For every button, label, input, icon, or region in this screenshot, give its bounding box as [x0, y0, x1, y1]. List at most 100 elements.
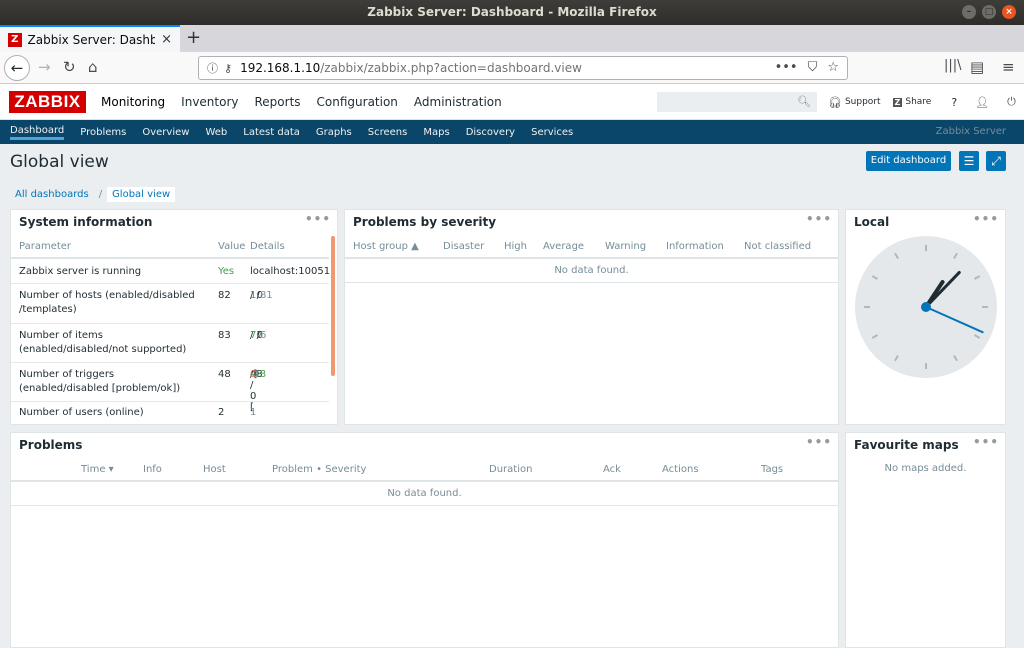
- details: 77 / 0 / 6: [250, 330, 267, 341]
- col-host-group[interactable]: Host group ▲: [353, 241, 419, 252]
- col-information: Information: [666, 241, 724, 252]
- submenu-maps[interactable]: Maps: [423, 127, 449, 138]
- favourite-maps-widget: Favourite maps ••• No maps added.: [845, 432, 1006, 648]
- support-label: Support: [844, 97, 881, 107]
- widget-menu-icon[interactable]: •••: [973, 207, 999, 231]
- widget-title: Favourite maps: [854, 438, 959, 452]
- submenu-dashboard[interactable]: Dashboard: [10, 125, 65, 140]
- menu-configuration[interactable]: Configuration: [317, 95, 398, 109]
- menu-monitoring[interactable]: Monitoring: [101, 95, 165, 109]
- col-warning: Warning: [605, 241, 647, 252]
- submenu-screens[interactable]: Screens: [368, 127, 408, 138]
- table-header: Parameter Value Details: [11, 234, 329, 259]
- hamburger-menu-icon[interactable]: ≡: [1002, 58, 1015, 76]
- widget-title: System information: [19, 215, 153, 229]
- col-info: Info: [143, 464, 162, 475]
- no-data-message: No data found.: [345, 259, 838, 283]
- widget-menu-icon[interactable]: •••: [305, 207, 331, 231]
- widget-menu-icon[interactable]: •••: [973, 430, 999, 454]
- support-link[interactable]: 🎧︎ Support: [828, 96, 881, 109]
- col-value: Value: [218, 241, 246, 252]
- server-name: Zabbix Server: [935, 126, 1006, 137]
- col-high: High: [504, 241, 527, 252]
- problems-widget: Problems ••• Time ▾ Info Host Problem • S…: [10, 432, 839, 648]
- pocket-icon[interactable]: ⛉: [808, 60, 818, 75]
- url-bar[interactable]: ⓘ ⚷ 192.168.1.10/zabbix/zabbix.php?actio…: [198, 56, 848, 80]
- tab-close-icon[interactable]: ×: [161, 32, 172, 47]
- breadcrumb-global-view[interactable]: Global view: [107, 186, 176, 202]
- share-link[interactable]: Z Share: [892, 97, 932, 107]
- menu-reports[interactable]: Reports: [255, 95, 301, 109]
- help-icon[interactable]: ?: [951, 96, 957, 109]
- no-maps-message: No maps added.: [884, 463, 967, 474]
- url-path: /zabbix/zabbix.php?action=dashboard.view: [320, 61, 582, 75]
- menu-inventory[interactable]: Inventory: [181, 95, 238, 109]
- local-clock-widget: Local •••: [845, 209, 1006, 425]
- bookmark-star-icon[interactable]: ☆: [827, 60, 839, 75]
- col-not-classified: Not classified: [744, 241, 812, 252]
- table-row: Number of triggers (enabled/disabled [pr…: [11, 363, 329, 413]
- submenu-discovery[interactable]: Discovery: [466, 127, 515, 138]
- system-information-widget: System information ••• Parameter Value De…: [10, 209, 338, 425]
- window-titlebar: Zabbix Server: Dashboard - Mozilla Firef…: [0, 0, 1024, 25]
- breadcrumb: All dashboards / Global view: [10, 185, 176, 203]
- widget-menu-icon[interactable]: •••: [806, 207, 832, 231]
- param: Number of users (online): [19, 407, 144, 418]
- reload-icon[interactable]: ↻: [63, 58, 76, 76]
- param: Zabbix server is running: [19, 266, 142, 277]
- col-actions: Actions: [662, 464, 699, 475]
- submenu-overview[interactable]: Overview: [142, 127, 189, 138]
- info-icon[interactable]: ⓘ: [207, 60, 218, 76]
- user-profile-icon[interactable]: 👤︎: [975, 96, 989, 109]
- submenu-services[interactable]: Services: [531, 127, 573, 138]
- sidebar-icon[interactable]: ▤: [970, 58, 984, 76]
- page-title: Global view: [10, 152, 109, 172]
- key-icon: ⚷: [224, 61, 233, 75]
- col-problem-severity: Problem • Severity: [272, 464, 367, 475]
- value: 2: [218, 407, 225, 418]
- widget-menu-icon[interactable]: •••: [806, 430, 832, 454]
- submenu-latest-data[interactable]: Latest data: [243, 127, 300, 138]
- search-input[interactable]: 🔍︎: [657, 92, 817, 112]
- menu-administration[interactable]: Administration: [414, 95, 502, 109]
- value: 48: [218, 369, 231, 380]
- forward-icon[interactable]: →: [38, 58, 51, 76]
- minimize-icon[interactable]: –: [962, 5, 976, 19]
- search-icon[interactable]: 🔍︎: [797, 95, 811, 108]
- monitoring-submenu: Dashboard Problems Overview Web Latest d…: [0, 120, 1024, 144]
- widget-title: Problems: [19, 438, 83, 452]
- param: Number of triggers (enabled/disabled [pr…: [19, 369, 181, 394]
- top-menu: Monitoring Inventory Reports Configurati…: [101, 84, 502, 120]
- library-icon[interactable]: |||\: [944, 58, 962, 73]
- close-window-icon[interactable]: ×: [1002, 5, 1016, 19]
- breadcrumb-all-dashboards[interactable]: All dashboards: [10, 187, 94, 202]
- value: 82: [218, 290, 231, 301]
- col-ack: Ack: [603, 464, 621, 475]
- value: 83: [218, 330, 231, 341]
- page-actions-icon[interactable]: •••: [775, 60, 798, 75]
- new-tab-icon[interactable]: +: [186, 27, 201, 48]
- sign-out-icon[interactable]: ⏻: [1007, 95, 1016, 109]
- param: Number of items (enabled/disabled/not su…: [19, 330, 187, 355]
- submenu-web[interactable]: Web: [205, 127, 227, 138]
- submenu-problems[interactable]: Problems: [80, 127, 126, 138]
- browser-navbar: ← → ↻ ⌂ ⓘ ⚷ 192.168.1.10/zabbix/zabbix.p…: [0, 52, 1024, 84]
- problems-by-severity-widget: Problems by severity ••• Host group ▲ Dis…: [344, 209, 839, 425]
- share-z-icon: Z: [892, 97, 903, 107]
- browser-tab[interactable]: Z Zabbix Server: Dashboa ×: [0, 25, 180, 52]
- col-duration: Duration: [489, 464, 533, 475]
- col-tags: Tags: [761, 464, 784, 475]
- edit-dashboard-button[interactable]: Edit dashboard: [866, 151, 951, 171]
- fullscreen-icon[interactable]: ⤢: [986, 151, 1006, 171]
- maximize-icon[interactable]: □: [982, 5, 996, 19]
- zabbix-logo[interactable]: ZABBIX: [9, 91, 86, 113]
- table-row: Zabbix server is running Yes localhost:1…: [11, 259, 330, 284]
- back-icon[interactable]: ←: [4, 55, 30, 81]
- scrollbar[interactable]: [331, 236, 335, 376]
- param: Number of hosts (enabled/disabled /templ…: [19, 290, 195, 315]
- home-icon[interactable]: ⌂: [88, 58, 98, 76]
- submenu-graphs[interactable]: Graphs: [316, 127, 352, 138]
- col-time[interactable]: Time ▾: [81, 464, 114, 475]
- share-label: Share: [905, 97, 932, 107]
- action-menu-icon[interactable]: ☰: [959, 151, 979, 171]
